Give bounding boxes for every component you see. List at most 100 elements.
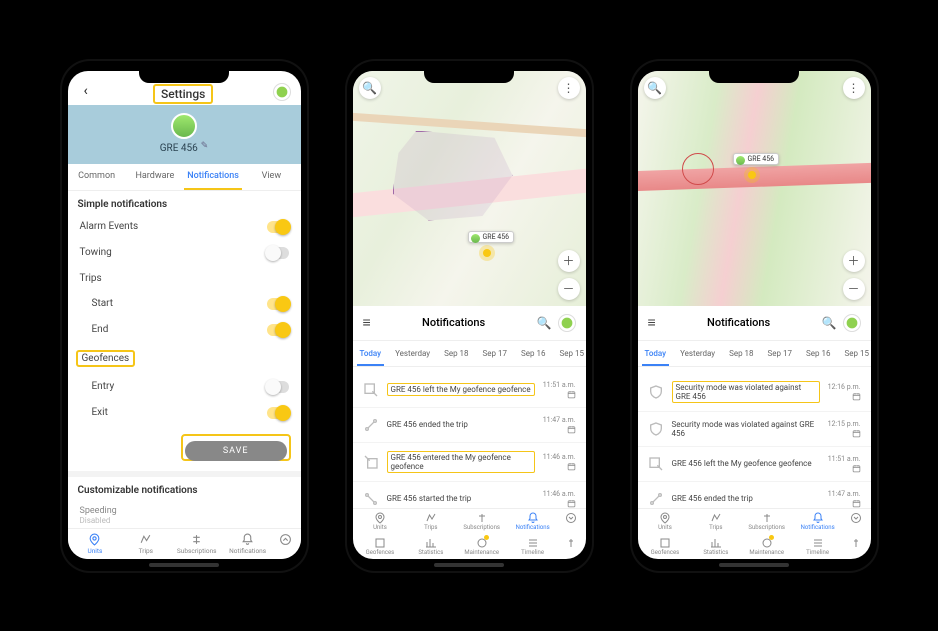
page-title: Settings [94, 87, 273, 101]
notification-text: GRE 456 started the trip [387, 494, 535, 503]
nav-geof[interactable]: Geofences [640, 537, 691, 556]
phone-settings: ‹ Settings GRE 456 ✎ Common Hardware Not… [62, 61, 307, 571]
notification-text: GRE 456 ended the trip [672, 494, 820, 503]
back-button[interactable]: ‹ [78, 81, 94, 101]
notification-time: 11:46 a.m. [543, 453, 576, 471]
notification-time: 11:47 a.m. [543, 416, 576, 434]
toggle-start[interactable] [267, 298, 289, 310]
zoom-out-icon[interactable]: － [843, 278, 865, 300]
unit-pin[interactable]: GRE 456 [468, 231, 515, 243]
nav-trips[interactable]: Trips [690, 512, 741, 531]
nav-subs[interactable]: Subscriptions [456, 512, 507, 531]
shield-icon [648, 421, 664, 437]
tab-sep16[interactable]: Sep 16 [803, 347, 833, 366]
tab-sep15[interactable]: Sep 15 [556, 347, 585, 366]
map[interactable]: GRE 456 🔍 ⋮ ＋ － [353, 71, 586, 306]
avatar[interactable] [558, 314, 576, 332]
edit-icon[interactable]: ✎ [201, 141, 209, 151]
save-button[interactable]: SAVE [185, 441, 287, 461]
tab-today[interactable]: Today [642, 347, 670, 366]
nav-stats[interactable]: Statistics [690, 537, 741, 556]
tab-yesterday[interactable]: Yesterday [677, 347, 718, 366]
notification-row[interactable]: GRE 456 started the trip 11:46 a.m. [353, 482, 586, 508]
geof-in-icon [363, 454, 379, 470]
notification-row[interactable]: GRE 456 entered the My geofence geofence… [353, 443, 586, 482]
notification-text: GRE 456 entered the My geofence geofence [387, 451, 535, 473]
notification-row[interactable]: Security mode was violated against GRE 4… [638, 373, 871, 412]
nav-trips[interactable]: Trips [405, 512, 456, 531]
tab-hardware[interactable]: Hardware [126, 164, 184, 190]
tab-sep18[interactable]: Sep 18 [441, 347, 471, 366]
zoom-in-icon[interactable]: ＋ [558, 250, 580, 272]
nav-trips[interactable]: Trips [120, 533, 171, 555]
unit-icon [171, 113, 197, 139]
toggle-entry[interactable] [267, 381, 289, 393]
shield-icon [648, 384, 664, 400]
notification-time: 11:46 a.m. [543, 490, 576, 508]
notification-row[interactable]: GRE 456 ended the trip11:47 a.m. [353, 408, 586, 443]
toggle-towing[interactable] [267, 247, 289, 259]
nav-units[interactable]: Units [355, 512, 406, 531]
nav-maint[interactable]: Maintenance [456, 537, 507, 556]
menu-icon[interactable]: ≡ [648, 314, 656, 331]
row-speeding[interactable]: Speeding Disabled [68, 500, 301, 528]
more-icon[interactable]: ⋮ [843, 77, 865, 99]
notification-row[interactable]: GRE 456 left the My geofence geofence11:… [353, 373, 586, 408]
zoom-out-icon[interactable]: － [558, 278, 580, 300]
search-icon[interactable]: 🔍 [359, 77, 381, 99]
tab-view[interactable]: View [242, 164, 300, 190]
nav-subs[interactable]: Subscriptions [171, 533, 222, 555]
notification-row[interactable]: GRE 456 left the My geofence geofence11:… [638, 447, 871, 482]
toggle-exit[interactable] [267, 407, 289, 419]
nav-subs[interactable]: Subscriptions [741, 512, 792, 531]
nav-timeline[interactable]: Timeline [507, 537, 558, 556]
tab-notifications[interactable]: Notifications [184, 164, 242, 190]
geofence-polygon [393, 131, 513, 221]
search-icon[interactable]: 🔍 [644, 77, 666, 99]
bottom-nav: Units Trips Subscriptions Notifications … [638, 508, 871, 559]
nav-collapse[interactable] [843, 512, 868, 531]
notifications-header: ≡ Notifications 🔍 [353, 306, 586, 341]
nav-units[interactable]: Units [640, 512, 691, 531]
tab-sep15[interactable]: Sep 15 [841, 347, 870, 366]
toggle-alarm[interactable] [267, 221, 289, 233]
more-icon[interactable]: ⋮ [558, 77, 580, 99]
nav-collapse[interactable] [558, 512, 583, 531]
notifications-list: GRE 456 left the My geofence geofence11:… [353, 367, 586, 508]
avatar[interactable] [843, 314, 861, 332]
row-exit: Exit [68, 400, 301, 426]
notification-text: GRE 456 left the My geofence geofence [672, 459, 820, 468]
tab-sep16[interactable]: Sep 16 [518, 347, 548, 366]
map[interactable]: GRE 456 🔍 ⋮ ＋ － [638, 71, 871, 306]
unit-pin[interactable]: GRE 456 [733, 153, 780, 165]
search-icon[interactable]: 🔍 [537, 316, 552, 330]
avatar[interactable] [273, 83, 291, 101]
zoom-in-icon[interactable]: ＋ [843, 250, 865, 272]
row-end: End [68, 317, 301, 343]
nav-more[interactable] [273, 533, 298, 555]
search-icon[interactable]: 🔍 [822, 316, 837, 330]
tab-sep17[interactable]: Sep 17 [765, 347, 795, 366]
trip-end-icon [648, 491, 664, 507]
tab-sep17[interactable]: Sep 17 [480, 347, 510, 366]
nav-stats[interactable]: Statistics [405, 537, 456, 556]
notification-row[interactable]: Security mode was violated against GRE 4… [638, 412, 871, 447]
nav-pin[interactable] [558, 537, 583, 556]
nav-notif[interactable]: Notifications [507, 512, 558, 531]
nav-notif[interactable]: Notifications [792, 512, 843, 531]
simple-notifications-title: Simple notifications [68, 191, 301, 214]
tab-today[interactable]: Today [357, 347, 385, 366]
nav-units[interactable]: Units [70, 533, 121, 555]
row-alarm: Alarm Events [68, 214, 301, 240]
notification-row[interactable]: GRE 456 ended the trip11:47 a.m. [638, 482, 871, 508]
tab-yesterday[interactable]: Yesterday [392, 347, 433, 366]
toggle-end[interactable] [267, 324, 289, 336]
nav-maint[interactable]: Maintenance [741, 537, 792, 556]
nav-geof[interactable]: Geofences [355, 537, 406, 556]
menu-icon[interactable]: ≡ [363, 314, 371, 331]
nav-pin[interactable] [843, 537, 868, 556]
tab-common[interactable]: Common [68, 164, 126, 190]
nav-notif[interactable]: Notifications [222, 533, 273, 555]
nav-timeline[interactable]: Timeline [792, 537, 843, 556]
tab-sep18[interactable]: Sep 18 [726, 347, 756, 366]
